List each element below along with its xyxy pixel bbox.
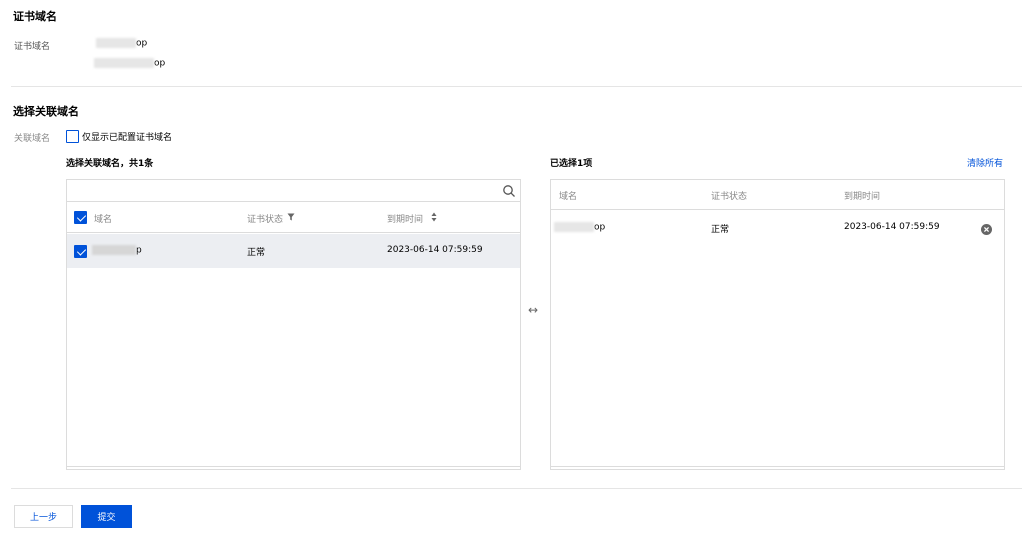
col-status: 证书状态 (711, 192, 748, 202)
sort-icon[interactable] (431, 212, 437, 225)
row-expiry: 2023-06-14 07:59:59 (844, 222, 940, 232)
redacted-text (96, 38, 136, 48)
panel-bottom-line (551, 466, 1004, 467)
row-status: 正常 (711, 225, 730, 235)
cert-domain-1: op (96, 38, 147, 49)
table-row[interactable]: p 正常 2023-06-14 07:59:59 (67, 234, 520, 268)
filter-configured-checkbox[interactable] (66, 130, 79, 143)
redacted-text (94, 58, 154, 68)
clear-all-link[interactable]: 清除所有 (967, 156, 1003, 169)
divider (11, 86, 1022, 87)
assoc-field-label: 关联域名 (14, 134, 51, 144)
right-panel: 域名 证书状态 到期时间 op 正常 2023-06-14 07:59:59 (550, 179, 1005, 470)
panel-bottom-line (67, 466, 520, 467)
row-domain: p (92, 245, 142, 256)
search-input[interactable] (67, 180, 520, 202)
cert-field-label: 证书域名 (14, 42, 51, 52)
col-expiry: 到期时间 (387, 215, 424, 225)
col-expiry: 到期时间 (844, 192, 881, 202)
transfer-icon: ↔ (528, 303, 539, 317)
row-status: 正常 (247, 248, 266, 258)
row-domain: op (554, 222, 605, 233)
remove-icon[interactable] (981, 224, 992, 238)
prev-step-button[interactable]: 上一步 (14, 505, 73, 528)
table-row: op 正常 2023-06-14 07:59:59 (551, 211, 1004, 245)
table-header: 域名 证书状态 到期时间 (67, 203, 520, 233)
cert-section-title: 证书域名 (13, 10, 57, 23)
filter-icon[interactable] (287, 213, 295, 224)
col-domain: 域名 (94, 215, 113, 225)
left-panel: 域名 证书状态 到期时间 p 正常 2023-06-14 07:59:59 (66, 179, 521, 470)
assoc-section-title: 选择关联域名 (13, 105, 79, 118)
col-status: 证书状态 (247, 215, 284, 225)
select-all-checkbox[interactable] (74, 211, 87, 224)
divider (11, 488, 1022, 489)
filter-checkbox-label: 仅显示已配置证书域名 (82, 133, 173, 143)
row-checkbox[interactable] (74, 245, 87, 258)
submit-button[interactable]: 提交 (81, 505, 132, 528)
left-panel-heading: 选择关联域名，共1条 (66, 159, 154, 169)
redacted-text (92, 245, 136, 255)
redacted-text (554, 222, 594, 232)
col-domain: 域名 (559, 192, 578, 202)
row-expiry: 2023-06-14 07:59:59 (387, 245, 483, 255)
cert-domain-2: op (94, 58, 165, 69)
right-panel-heading: 已选择1项 (550, 159, 593, 169)
search-icon[interactable] (502, 184, 516, 198)
table-header: 域名 证书状态 到期时间 (551, 180, 1004, 210)
